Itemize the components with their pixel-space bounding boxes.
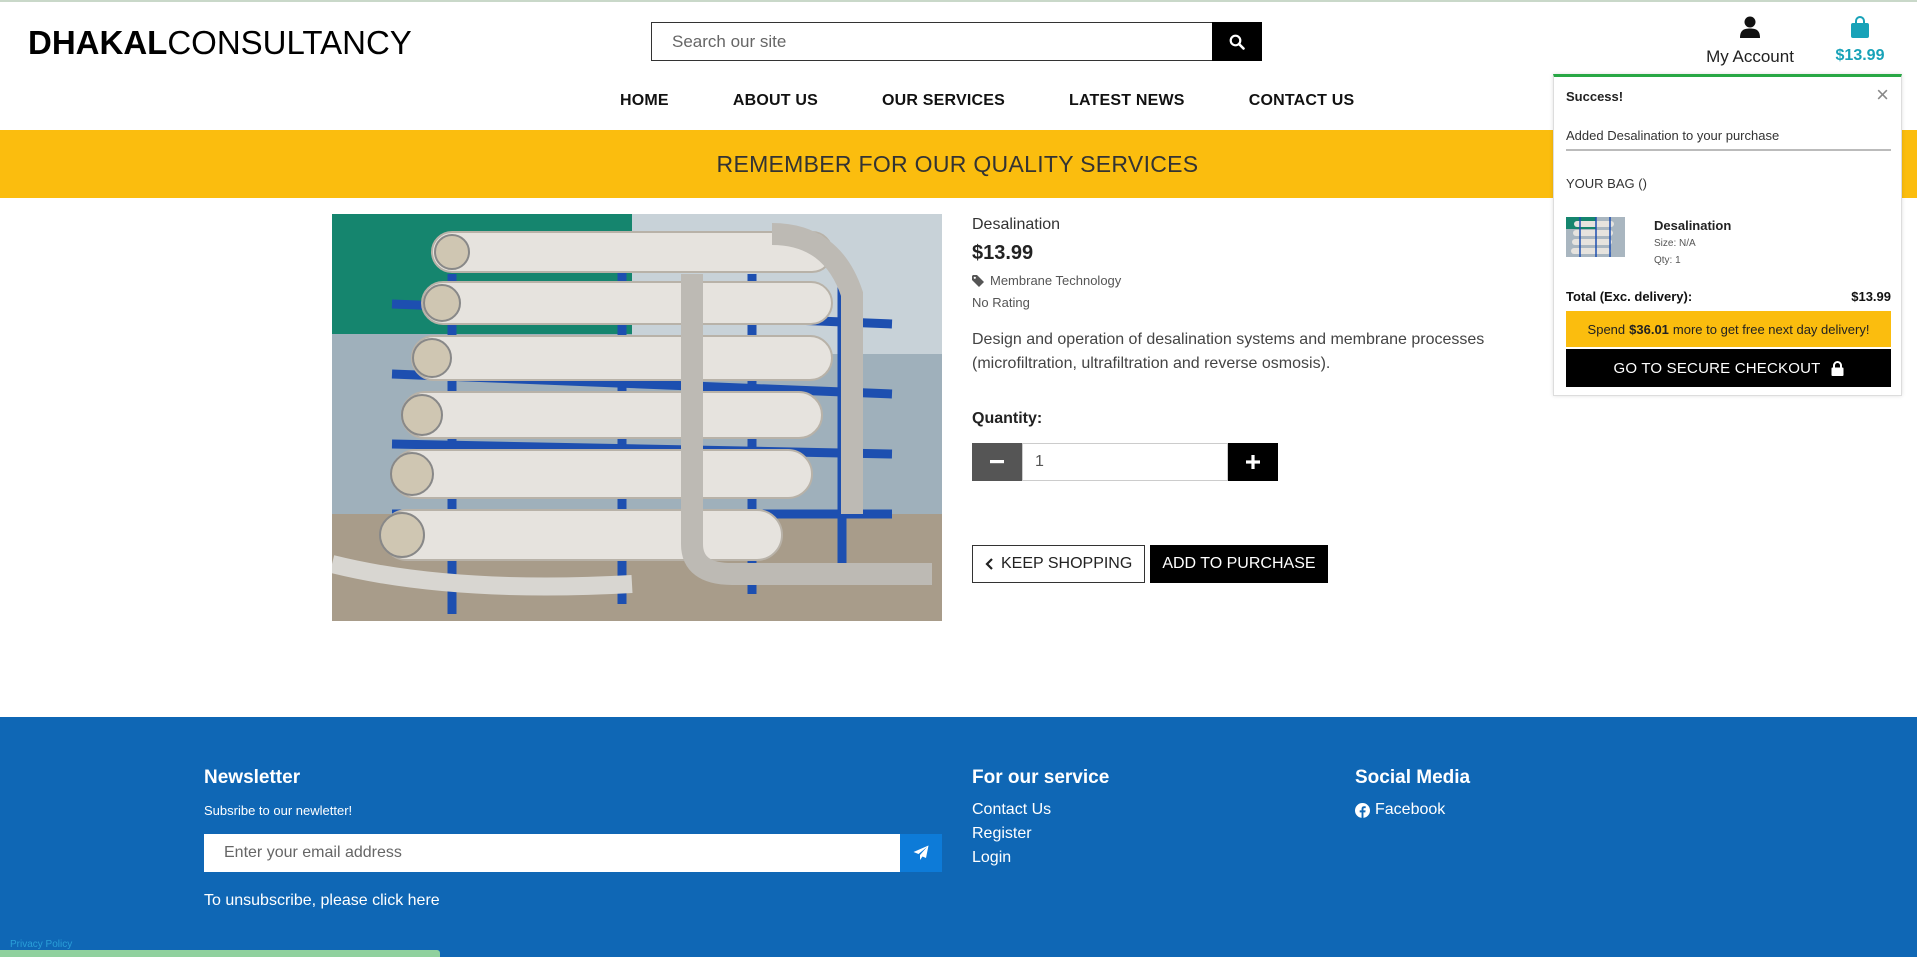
product-category-label: Membrane Technology xyxy=(990,273,1122,288)
nav-item-home[interactable]: HOME xyxy=(620,92,669,110)
quantity-stepper xyxy=(972,443,1492,481)
quantity-label: Quantity: xyxy=(972,410,1043,427)
keep-shopping-button[interactable]: KEEP SHOPPING xyxy=(972,545,1146,583)
top-accent-line xyxy=(0,0,1917,2)
bag-total: $13.99 xyxy=(1835,47,1885,64)
toast-bag-label: YOUR BAG () xyxy=(1566,176,1647,191)
plus-icon xyxy=(1246,455,1260,469)
site-footer: Newsletter Subsribe to our newletter! To… xyxy=(0,717,1917,957)
toast-total-value: $13.99 xyxy=(1851,289,1891,304)
site-logo[interactable]: DHAKALCONSULTANCY xyxy=(28,24,412,62)
facebook-label: Facebook xyxy=(1375,801,1446,818)
increment-quantity-button[interactable] xyxy=(1228,443,1278,481)
quantity-input[interactable] xyxy=(1022,443,1228,481)
product-details: Desalination $13.99 Membrane Technology … xyxy=(972,216,1492,583)
product-image xyxy=(332,214,942,621)
user-icon xyxy=(1740,16,1760,38)
newsletter-section: Newsletter Subsribe to our newletter! To… xyxy=(204,767,942,910)
toast-total-label: Total (Exc. delivery): xyxy=(1566,289,1693,304)
footer-link-contact-us[interactable]: Contact Us xyxy=(972,798,1109,822)
main-nav: HOME ABOUT US OUR SERVICES LATEST NEWS C… xyxy=(620,92,1418,110)
cookie-notice-bar xyxy=(0,950,440,957)
logo-bold-text: DHAKAL xyxy=(28,24,168,61)
newsletter-submit-button[interactable] xyxy=(900,834,942,872)
footer-link-register[interactable]: Register xyxy=(972,822,1109,846)
nav-item-our-services[interactable]: OUR SERVICES xyxy=(882,92,1005,110)
unsubscribe-link[interactable]: To unsubscribe, please click here xyxy=(204,892,942,910)
search-form xyxy=(651,22,1262,61)
logo-text: CONSULTANCY xyxy=(167,24,412,61)
social-title: Social Media xyxy=(1355,767,1471,788)
newsletter-subtitle: Subsribe to our newletter! xyxy=(204,803,353,818)
chevron-left-icon xyxy=(985,558,993,570)
my-account-label: My Account xyxy=(1706,47,1794,66)
privacy-policy-link[interactable]: Privacy Policy xyxy=(10,939,72,950)
toast-item-thumbnail xyxy=(1566,217,1625,257)
paper-plane-icon xyxy=(913,845,929,860)
toast-close-button[interactable]: × xyxy=(1876,83,1889,107)
minus-icon xyxy=(990,460,1004,464)
search-input[interactable] xyxy=(651,22,1212,61)
free-delivery-notice: Spend $36.01 more to get free next day d… xyxy=(1566,311,1891,347)
my-account-link[interactable]: My Account xyxy=(1700,16,1800,67)
decrement-quantity-button[interactable] xyxy=(972,443,1022,481)
nav-item-latest-news[interactable]: LATEST NEWS xyxy=(1069,92,1185,110)
search-icon xyxy=(1229,34,1245,50)
spend-prefix: Spend xyxy=(1587,321,1626,337)
social-media-section: Social Media Facebook xyxy=(1355,767,1470,822)
spend-amount: $36.01 xyxy=(1629,321,1669,337)
add-to-purchase-button[interactable]: ADD TO PURCHASE xyxy=(1150,545,1328,583)
success-toast: Success! × Added Desalination to your pu… xyxy=(1553,74,1902,396)
product-name: Desalination xyxy=(972,216,1061,233)
shopping-bag-link[interactable]: $13.99 xyxy=(1832,16,1888,65)
banner-text: REMEMBER FOR OUR QUALITY SERVICES xyxy=(716,150,1199,177)
product-category[interactable]: Membrane Technology xyxy=(972,273,1492,288)
secure-checkout-button[interactable]: GO TO SECURE CHECKOUT xyxy=(1566,349,1891,387)
toast-item-name: Desalination xyxy=(1654,218,1732,233)
nav-item-contact-us[interactable]: CONTACT US xyxy=(1249,92,1355,110)
toast-item-size: Size: N/A xyxy=(1654,238,1696,249)
checkout-label: GO TO SECURE CHECKOUT xyxy=(1613,359,1821,377)
toast-heading: Success! xyxy=(1566,89,1624,104)
service-title: For our service xyxy=(972,767,1110,788)
newsletter-title: Newsletter xyxy=(204,767,301,788)
product-price: $13.99 xyxy=(972,242,1034,264)
search-button[interactable] xyxy=(1212,22,1262,61)
newsletter-form xyxy=(204,834,942,872)
product-actions: KEEP SHOPPING ADD TO PURCHASE xyxy=(972,545,1492,583)
toast-item-qty: Qty: 1 xyxy=(1654,255,1681,266)
lock-icon xyxy=(1831,360,1843,376)
spend-suffix: more to get free next day delivery! xyxy=(1672,321,1870,337)
tag-icon xyxy=(972,274,984,287)
newsletter-email-input[interactable] xyxy=(204,834,900,872)
keep-shopping-label: KEEP SHOPPING xyxy=(1001,555,1133,572)
footer-link-login[interactable]: Login xyxy=(972,846,1109,870)
toast-total-row: Total (Exc. delivery): $13.99 xyxy=(1566,289,1891,304)
facebook-icon xyxy=(1355,802,1370,818)
facebook-link[interactable]: Facebook xyxy=(1355,798,1470,822)
product-description: Design and operation of desalination sys… xyxy=(972,331,1485,372)
toast-message: Added Desalination to your purchase xyxy=(1566,128,1891,151)
product-rating: No Rating xyxy=(972,295,1030,310)
nav-item-about-us[interactable]: ABOUT US xyxy=(733,92,818,110)
service-links-section: For our service Contact Us Register Logi… xyxy=(972,767,1109,870)
shopping-bag-icon xyxy=(1851,16,1869,38)
